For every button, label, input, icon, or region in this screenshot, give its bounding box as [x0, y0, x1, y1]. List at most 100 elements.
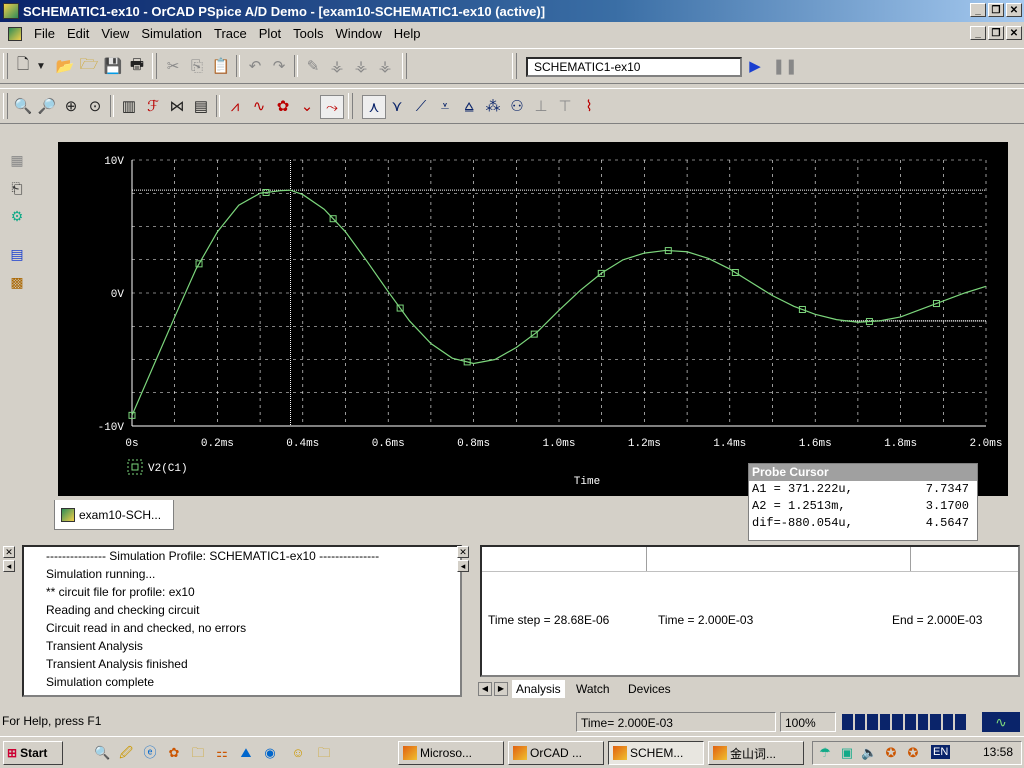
zoom-in-icon[interactable]: 🔍 [12, 95, 34, 117]
cut-icon[interactable]: ✂ [162, 55, 184, 77]
tray-app-icon[interactable]: ✪ [883, 745, 899, 761]
scroll-analysis-icon[interactable]: ◂ [457, 560, 469, 572]
zoom-fit-icon[interactable]: ⊙ [84, 95, 106, 117]
show-output-icon[interactable]: ⎗ [7, 178, 27, 198]
start-button[interactable]: ⊞ Start [3, 741, 63, 765]
copy-icon[interactable]: ⎘ [186, 55, 208, 77]
cursor-point-icon[interactable]: ⁂ [482, 95, 504, 117]
menu-edit[interactable]: Edit [61, 26, 95, 41]
menu-trace[interactable]: Trace [208, 26, 253, 41]
tray-network-icon[interactable]: ☂ [817, 745, 833, 761]
log-x-axis-icon[interactable]: ▥ [118, 95, 140, 117]
view-output-file-icon[interactable]: ▤ [7, 244, 27, 264]
task-jinshan[interactable]: 金山词... [708, 741, 804, 765]
next-transition-icon[interactable]: ⊥ [530, 95, 552, 117]
restore-button[interactable]: ❐ [988, 3, 1004, 17]
probe-cursor-box[interactable]: Probe Cursor A1 = 371.222u, 7.7347 A2 = 1… [748, 463, 978, 541]
eval-measurement-icon[interactable]: ∿ [248, 95, 270, 117]
paste-icon[interactable]: 📋 [210, 55, 232, 77]
redo-icon[interactable]: ↷ [268, 55, 290, 77]
mdi-minimize-button[interactable]: _ [970, 26, 986, 40]
quicklaunch-folder2-icon[interactable]: 🗀 [316, 745, 332, 761]
zoom-out-icon[interactable]: 🔎 [36, 95, 58, 117]
task-microsoft[interactable]: Microso... [398, 741, 504, 765]
tab-analysis[interactable]: Analysis [512, 680, 565, 698]
cursor-min-icon[interactable]: ⩡ [434, 95, 456, 117]
menu-window[interactable]: Window [330, 26, 388, 41]
tab-devices[interactable]: Devices [624, 680, 675, 698]
mark-coordinates-icon[interactable]: ⌇ [578, 95, 600, 117]
quicklaunch-ie-icon[interactable]: ⓔ [142, 745, 158, 761]
document-icon[interactable] [8, 26, 22, 41]
menu-plot[interactable]: Plot [253, 26, 287, 41]
quicklaunch-explorer-icon[interactable]: 🔍 [94, 745, 110, 761]
mark-label-icon[interactable]: ⌄ [296, 95, 318, 117]
menu-tools[interactable]: Tools [287, 26, 329, 41]
performance-analysis-icon[interactable]: ⋈ [166, 95, 188, 117]
quicklaunch-app3-icon[interactable]: ⛰ [238, 745, 254, 761]
pspice-app-icon[interactable] [3, 3, 19, 19]
tab-watch[interactable]: Watch [572, 680, 614, 698]
analysis-column-header[interactable] [646, 547, 911, 571]
mark-all-icon[interactable]: ⚶ [350, 55, 372, 77]
open-folder-icon[interactable]: 🗁 [78, 55, 100, 77]
save-icon[interactable]: 💾 [102, 55, 124, 77]
open-icon[interactable]: 📂 [54, 55, 76, 77]
task-orcad[interactable]: OrCAD ... [508, 741, 604, 765]
quicklaunch-desktop-icon[interactable]: 🖉 [118, 745, 134, 761]
undo-icon[interactable]: ↶ [244, 55, 266, 77]
plot-window-icon[interactable]: ▦ [7, 150, 27, 170]
cursor-max-icon[interactable]: ⩠ [458, 95, 480, 117]
show-simulation-icon[interactable]: ⚙ [7, 206, 27, 226]
quicklaunch-app2-icon[interactable]: ⚏ [214, 745, 230, 761]
analysis-column-header[interactable] [482, 547, 647, 571]
menu-simulation[interactable]: Simulation [135, 26, 208, 41]
close-output-icon[interactable]: ✕ [3, 546, 15, 558]
mark-icon[interactable]: ⚶ [326, 55, 348, 77]
pause-icon[interactable]: ❚❚ [772, 55, 797, 77]
output-pane[interactable]: --------------- Simulation Profile: SCHE… [22, 545, 462, 697]
run-icon[interactable]: ▶ [744, 55, 766, 77]
tab-prev-icon[interactable]: ◀ [478, 682, 492, 696]
menu-view[interactable]: View [95, 26, 135, 41]
tray-app2-icon[interactable]: ✪ [905, 745, 921, 761]
new-icon[interactable]: 🗋 [12, 55, 34, 77]
cursor-peak-icon[interactable]: ⋏ [362, 95, 386, 119]
minimize-button[interactable]: _ [970, 3, 986, 17]
task-schematic[interactable]: SCHEM... [608, 741, 704, 765]
mdi-restore-button[interactable]: ❐ [988, 26, 1004, 40]
fourier-icon[interactable]: ℱ [142, 95, 164, 117]
add-trace-icon[interactable]: ⩘ [224, 95, 246, 117]
quicklaunch-folder-icon[interactable]: 🗀 [190, 745, 206, 761]
cursor-slope-icon[interactable]: ⟋ [410, 95, 432, 117]
cursor-trough-icon[interactable]: ⋎ [386, 95, 408, 117]
document-tab[interactable]: exam10-SCH... [54, 500, 174, 530]
waveform-plot[interactable]: 10V 0V -10V0s 0.2ms 0.4ms 0.6ms 0.8ms 1.0ms 1.2m… [58, 142, 1008, 496]
unmark-icon[interactable]: ⚶ [374, 55, 396, 77]
cursor-active-icon[interactable]: ⤳ [320, 95, 344, 119]
mdi-close-button[interactable]: ✕ [1006, 26, 1022, 40]
plot-window[interactable]: 10V 0V -10V 0s 0.2ms 0.4ms 0.6ms 0.8ms 1.0ms 1.2m… [58, 142, 1008, 496]
previous-transition-icon[interactable]: ⊤ [554, 95, 576, 117]
quicklaunch-app-icon[interactable]: ✿ [166, 745, 182, 761]
close-analysis-icon[interactable]: ✕ [457, 546, 469, 558]
scroll-output-icon[interactable]: ◂ [3, 560, 15, 572]
menu-help[interactable]: Help [388, 26, 427, 41]
quicklaunch-media-icon[interactable]: ◉ [262, 745, 278, 761]
cursor-search-icon[interactable]: ⚇ [506, 95, 528, 117]
toolbar-grip[interactable] [3, 53, 8, 79]
simulation-profile-select[interactable]: SCHEMATIC1-ex10 [526, 57, 742, 77]
new-dropdown-icon[interactable]: ▼ [34, 55, 48, 77]
analysis-pane[interactable]: Time step = 28.68E-06 Time = 2.000E-03 E… [480, 545, 1020, 677]
close-button[interactable]: ✕ [1006, 3, 1022, 17]
print-icon[interactable]: 🖶 [126, 55, 148, 77]
tray-volume-icon[interactable]: 🔈 [861, 745, 877, 761]
tray-monitor-icon[interactable]: ▣ [839, 745, 855, 761]
language-indicator[interactable]: EN [931, 745, 951, 759]
toggle-cursor-icon[interactable]: ✿ [272, 95, 294, 117]
menu-file[interactable]: File [28, 26, 61, 41]
simulation-results-icon[interactable]: ▩ [7, 272, 27, 292]
log-y-axis-icon[interactable]: ▤ [190, 95, 212, 117]
tab-next-icon[interactable]: ▶ [494, 682, 508, 696]
zoom-area-icon[interactable]: ⊕ [60, 95, 82, 117]
